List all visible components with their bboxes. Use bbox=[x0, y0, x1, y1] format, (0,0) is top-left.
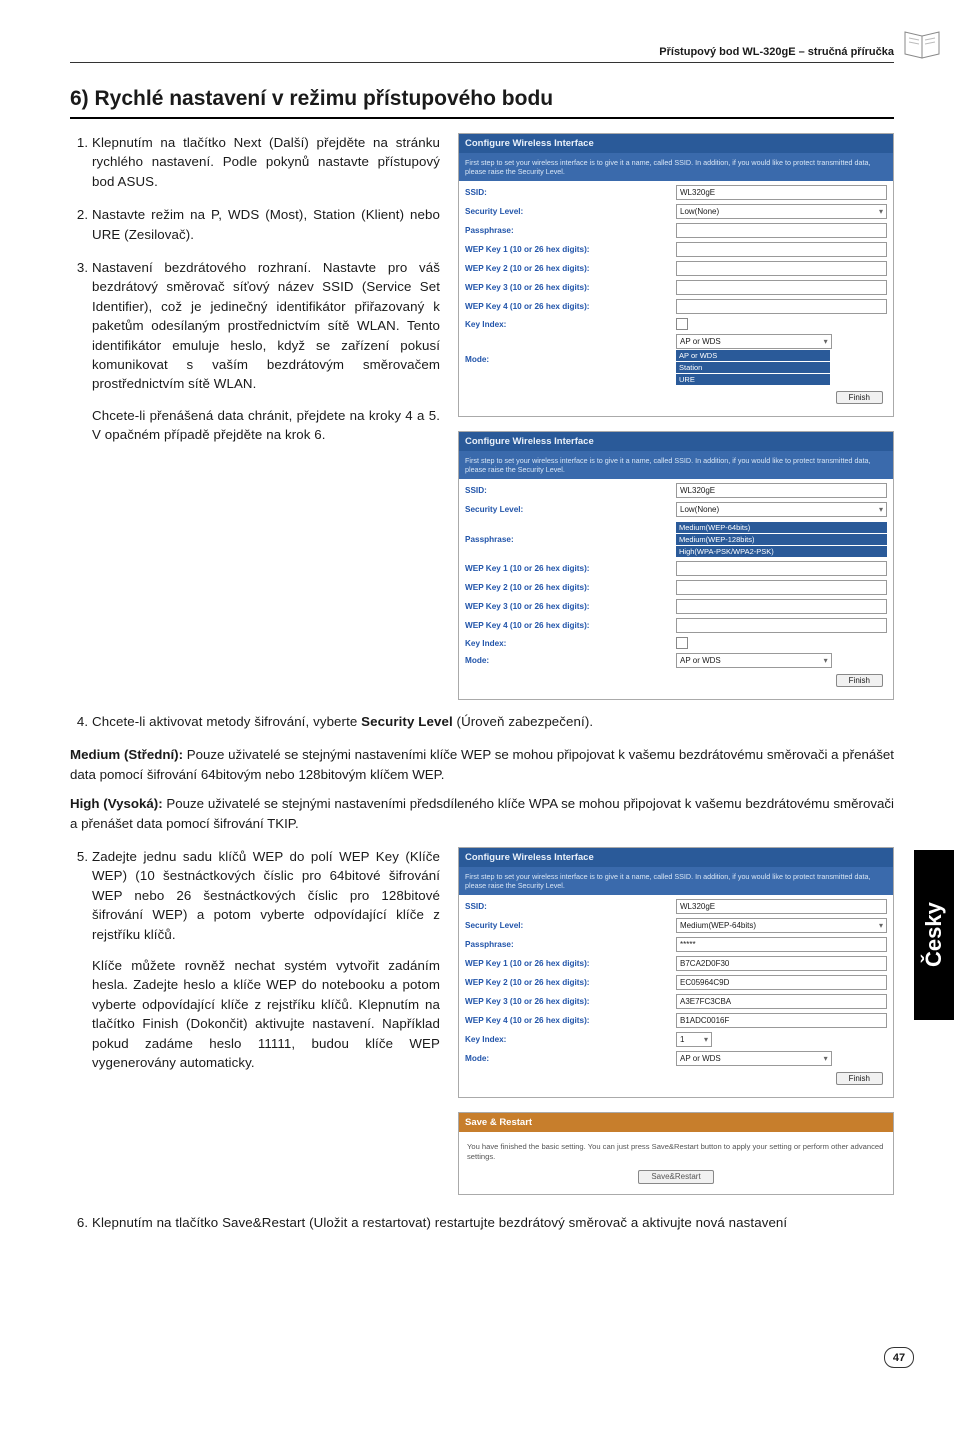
panel-desc: First step to set your wireless interfac… bbox=[459, 153, 893, 181]
high-text: Pouze uživatelé se stejnými nastaveními … bbox=[70, 796, 894, 830]
ssid-label: SSID: bbox=[465, 902, 676, 911]
security-label: Security Level: bbox=[465, 505, 676, 514]
key-label: Key Index: bbox=[465, 320, 676, 329]
sec-opt[interactable]: Medium(WEP-64bits) bbox=[676, 522, 887, 533]
wep2-label: WEP Key 2 (10 or 26 hex digits): bbox=[465, 583, 676, 592]
step-3: Nastavení bezdrátového rozhraní. Nastavt… bbox=[92, 258, 440, 445]
step-4-b: Security Level bbox=[361, 714, 453, 729]
wep2-input[interactable]: EC05964C9D bbox=[676, 975, 887, 990]
wep4-label: WEP Key 4 (10 or 26 hex digits): bbox=[465, 1016, 676, 1025]
wep3-label: WEP Key 3 (10 or 26 hex digits): bbox=[465, 283, 676, 292]
step-2: Nastavte režim na P, WDS (Most), Station… bbox=[92, 205, 440, 244]
wep1-input[interactable]: B7CA2D0F30 bbox=[676, 956, 887, 971]
key-select[interactable]: 1 bbox=[676, 1032, 712, 1047]
high-para: High (Vysoká): Pouze uživatelé se stejný… bbox=[70, 794, 894, 833]
step-6: Klepnutím na tlačítko Save&Restart (Ulož… bbox=[92, 1213, 894, 1232]
wep3-input[interactable] bbox=[676, 280, 887, 295]
security-label: Security Level: bbox=[465, 207, 676, 216]
security-select[interactable]: Low(None) bbox=[676, 502, 887, 517]
ssid-input[interactable]: WL320gE bbox=[676, 899, 887, 914]
pass-input[interactable]: ***** bbox=[676, 937, 887, 952]
mode-opt[interactable]: Station bbox=[676, 362, 830, 373]
mode-select[interactable]: AP or WDS bbox=[676, 1051, 832, 1066]
wep3-label: WEP Key 3 (10 or 26 hex digits): bbox=[465, 997, 676, 1006]
ssid-label: SSID: bbox=[465, 188, 676, 197]
save-restart-button[interactable]: Save&Restart bbox=[638, 1170, 713, 1184]
wep2-label: WEP Key 2 (10 or 26 hex digits): bbox=[465, 978, 676, 987]
wep3-label: WEP Key 3 (10 or 26 hex digits): bbox=[465, 602, 676, 611]
section-title: 6) Rychlé nastavení v režimu přístupovéh… bbox=[70, 87, 894, 119]
mode-opt[interactable]: URE bbox=[676, 374, 830, 385]
panel-title: Configure Wireless Interface bbox=[459, 848, 893, 867]
wep2-input[interactable] bbox=[676, 261, 887, 276]
wep4-label: WEP Key 4 (10 or 26 hex digits): bbox=[465, 621, 676, 630]
pass-input[interactable] bbox=[676, 223, 887, 238]
wep1-input[interactable] bbox=[676, 561, 887, 576]
wep4-label: WEP Key 4 (10 or 26 hex digits): bbox=[465, 302, 676, 311]
panel-title: Configure Wireless Interface bbox=[459, 134, 893, 153]
finish-button[interactable]: Finish bbox=[836, 1072, 883, 1085]
step-4: Chcete-li aktivovat metody šifrování, vy… bbox=[92, 712, 894, 731]
ssid-input[interactable]: WL320gE bbox=[676, 483, 887, 498]
sec-opt[interactable]: High(WPA-PSK/WPA2-PSK) bbox=[676, 546, 887, 557]
mode-label: Mode: bbox=[465, 656, 676, 665]
key-label: Key Index: bbox=[465, 639, 676, 648]
wep2-label: WEP Key 2 (10 or 26 hex digits): bbox=[465, 264, 676, 273]
wep4-input[interactable] bbox=[676, 618, 887, 633]
step-3-text: Nastavení bezdrátového rozhraní. Nastavt… bbox=[92, 260, 440, 391]
config-panel-3: Configure Wireless Interface First step … bbox=[458, 847, 894, 1098]
panel-desc: First step to set your wireless interfac… bbox=[459, 867, 893, 895]
mode-opt[interactable]: AP or WDS bbox=[676, 350, 830, 361]
step-5-note: Klíče můžete rovněž nechat systém vytvoř… bbox=[92, 956, 440, 1072]
wep2-input[interactable] bbox=[676, 580, 887, 595]
medium-text: Pouze uživatelé se stejnými nastaveními … bbox=[70, 747, 894, 781]
wep1-label: WEP Key 1 (10 or 26 hex digits): bbox=[465, 245, 676, 254]
medium-para: Medium (Střední): Pouze uživatelé se ste… bbox=[70, 745, 894, 784]
security-select[interactable]: Low(None) bbox=[676, 204, 887, 219]
high-label: High (Vysoká): bbox=[70, 796, 163, 811]
wep3-input[interactable]: A3E7FC3CBA bbox=[676, 994, 887, 1009]
wep4-input[interactable]: B1ADC0016F bbox=[676, 1013, 887, 1028]
finish-button[interactable]: Finish bbox=[836, 391, 883, 404]
pass-label: Passphrase: bbox=[465, 535, 676, 544]
ssid-input[interactable]: WL320gE bbox=[676, 185, 887, 200]
step-3-note: Chcete-li přenášená data chránit, přejde… bbox=[92, 406, 440, 445]
pass-label: Passphrase: bbox=[465, 226, 676, 235]
wep4-input[interactable] bbox=[676, 299, 887, 314]
key-checkbox[interactable] bbox=[676, 318, 688, 330]
mode-label: Mode: bbox=[465, 355, 676, 364]
key-label: Key Index: bbox=[465, 1035, 676, 1044]
panel-title: Configure Wireless Interface bbox=[459, 432, 893, 451]
step-1: Klepnutím na tlačítko Next (Další) přejd… bbox=[92, 133, 440, 191]
panel-desc: First step to set your wireless interfac… bbox=[459, 451, 893, 479]
language-tab: Česky bbox=[914, 850, 954, 1020]
step-4-c: (Úroveň zabezpečení). bbox=[453, 714, 593, 729]
key-checkbox[interactable] bbox=[676, 637, 688, 649]
config-panel-1: Configure Wireless Interface First step … bbox=[458, 133, 894, 417]
wep3-input[interactable] bbox=[676, 599, 887, 614]
save-title: Save & Restart bbox=[459, 1113, 893, 1132]
pass-label: Passphrase: bbox=[465, 940, 676, 949]
step-5: Zadejte jednu sadu klíčů WEP do polí WEP… bbox=[92, 847, 440, 1072]
manual-icon bbox=[902, 28, 942, 62]
config-panel-2: Configure Wireless Interface First step … bbox=[458, 431, 894, 700]
mode-select[interactable]: AP or WDS bbox=[676, 334, 832, 349]
save-panel: Save & Restart You have finished the bas… bbox=[458, 1112, 894, 1195]
page-number: 47 bbox=[884, 1347, 914, 1368]
mode-label: Mode: bbox=[465, 1054, 676, 1063]
step-4-a: Chcete-li aktivovat metody šifrování, vy… bbox=[92, 714, 361, 729]
ssid-label: SSID: bbox=[465, 486, 676, 495]
security-label: Security Level: bbox=[465, 921, 676, 930]
security-select[interactable]: Medium(WEP-64bits) bbox=[676, 918, 887, 933]
save-text: You have finished the basic setting. You… bbox=[467, 1142, 883, 1161]
medium-label: Medium (Střední): bbox=[70, 747, 183, 762]
doc-header: Přístupový bod WL-320gE – stručná příruč… bbox=[70, 46, 894, 62]
sec-opt[interactable]: Medium(WEP-128bits) bbox=[676, 534, 887, 545]
wep1-label: WEP Key 1 (10 or 26 hex digits): bbox=[465, 564, 676, 573]
wep1-input[interactable] bbox=[676, 242, 887, 257]
mode-select[interactable]: AP or WDS bbox=[676, 653, 832, 668]
wep1-label: WEP Key 1 (10 or 26 hex digits): bbox=[465, 959, 676, 968]
finish-button[interactable]: Finish bbox=[836, 674, 883, 687]
step-5-text: Zadejte jednu sadu klíčů WEP do polí WEP… bbox=[92, 849, 440, 942]
